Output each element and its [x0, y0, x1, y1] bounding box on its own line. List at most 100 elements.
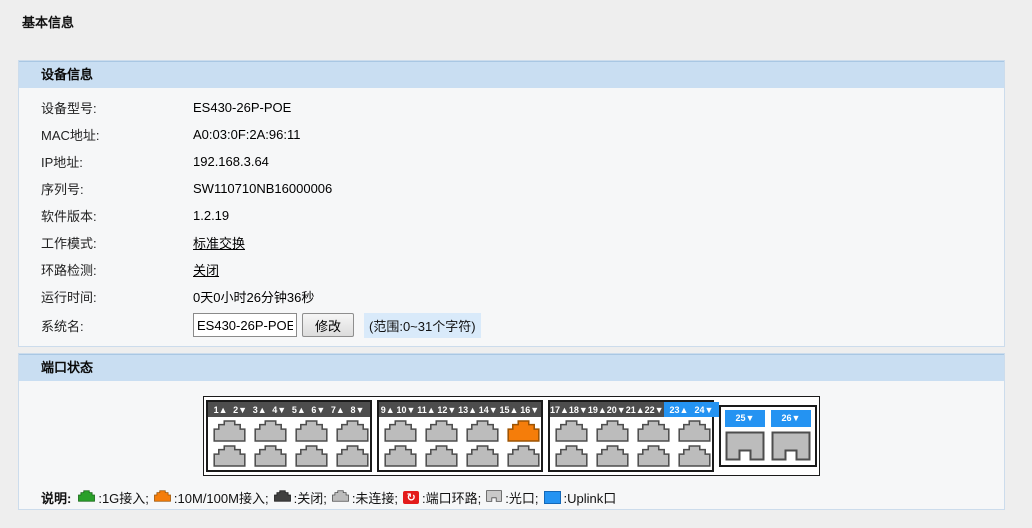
port-unconnected[interactable]	[555, 420, 588, 442]
port-number-label: 19▲	[588, 405, 607, 415]
legend-rj45-g1-icon	[78, 490, 95, 505]
legend-rj45-m100-icon	[154, 490, 171, 505]
port-number-label: 9▲	[381, 405, 395, 415]
port-unconnected[interactable]	[466, 445, 499, 467]
port-unconnected[interactable]	[254, 420, 287, 442]
port-unconnected[interactable]	[254, 445, 287, 467]
port-number-label: 21▲	[626, 405, 645, 415]
port-unconnected[interactable]	[336, 445, 369, 467]
page-title: 基本信息	[0, 0, 1032, 60]
rj45-port-icon	[678, 445, 711, 467]
port-unconnected[interactable]	[637, 420, 670, 442]
rj45-port-icon	[213, 420, 246, 442]
rj45-port-icon	[425, 420, 458, 442]
rj45-port-icon	[384, 445, 417, 467]
rj45-port-icon	[507, 445, 540, 467]
legend-item: :未连接;	[332, 488, 398, 507]
port-unconnected[interactable]	[384, 420, 417, 442]
legend-label: :10M/100M接入;	[174, 488, 269, 507]
port-unconnected[interactable]	[678, 420, 711, 442]
port-status-panel: 端口状态 1▲2▼3▲4▼5▲6▼7▲8▼ 9▲10▼11▲12▼13▲14▼1…	[18, 353, 1005, 510]
rj45-port-icon	[254, 445, 287, 467]
field-label: 设备型号:	[41, 98, 193, 117]
switch-faceplate: 1▲2▼3▲4▼5▲6▼7▲8▼ 9▲10▼11▲12▼13▲14▼15▲16▼…	[203, 396, 820, 476]
field-row-system-name: 系统名: 修改 (范围:0~31个字符)	[19, 310, 1004, 340]
rj45-port-icon	[596, 420, 629, 442]
port-number-label: 3▲	[253, 405, 267, 415]
port-block-header: 1▲2▼3▲4▼5▲6▼7▲8▼	[208, 402, 370, 417]
software-version-value: 1.2.19	[193, 208, 229, 223]
port-unconnected[interactable]	[596, 420, 629, 442]
legend-item: :10M/100M接入;	[154, 488, 269, 507]
port-number-label: 5▲	[292, 405, 306, 415]
legend-loop-icon: ↻	[403, 491, 419, 504]
port-unconnected[interactable]	[555, 445, 588, 467]
port-number-label: 2▼	[233, 405, 247, 415]
field-label: 软件版本:	[41, 206, 193, 225]
field-row-version: 软件版本: 1.2.19	[19, 202, 1004, 229]
work-mode-link[interactable]: 标准交换	[193, 233, 245, 252]
field-row-loopdetect: 环路检测: 关闭	[19, 256, 1004, 283]
port-number-label: 11▲	[417, 405, 435, 415]
port-unconnected[interactable]	[295, 420, 328, 442]
port-block-header: 9▲10▼11▲12▼13▲14▼15▲16▼	[379, 402, 541, 417]
rj45-port-icon	[507, 420, 540, 442]
port-number-label: 7▲	[331, 405, 345, 415]
loop-detect-link[interactable]: 关闭	[193, 260, 219, 279]
sfp-port-icon	[771, 431, 811, 461]
field-label: 系统名:	[41, 316, 193, 335]
port-unconnected[interactable]	[425, 420, 458, 442]
sfp-port-number-label: 26▼	[771, 410, 811, 427]
modify-button[interactable]: 修改	[302, 313, 354, 337]
port-unconnected[interactable]	[213, 445, 246, 467]
port-number-label: 14▼	[479, 405, 498, 415]
port-number-label: 13▲	[458, 405, 477, 415]
rj45-port-icon	[637, 420, 670, 442]
rj45-port-icon	[466, 445, 499, 467]
legend-item: :1G接入;	[78, 488, 149, 507]
port-number-label: 4▼	[272, 405, 286, 415]
legend-item: ↻:端口环路;	[403, 488, 481, 507]
legend-label: :Uplink口	[564, 488, 617, 507]
port-unconnected[interactable]	[213, 420, 246, 442]
field-row-serial: 序列号: SW110710NB16000006	[19, 175, 1004, 202]
serial-number-value: SW110710NB16000006	[193, 181, 332, 196]
port-m100[interactable]	[507, 420, 540, 442]
port-unconnected[interactable]	[384, 445, 417, 467]
legend-label: :光口;	[505, 488, 538, 507]
port-number-label: 17▲	[550, 405, 569, 415]
rj45-port-icon	[336, 420, 369, 442]
port-number-label: 16▼	[520, 405, 539, 415]
port-sfp-unconnected[interactable]	[771, 431, 811, 464]
port-unconnected[interactable]	[507, 445, 540, 467]
legend-item: :Uplink口	[544, 488, 617, 507]
device-model-value: ES430-26P-POE	[193, 100, 291, 115]
port-unconnected[interactable]	[295, 445, 328, 467]
rj45-port-icon	[425, 445, 458, 467]
rj45-port-icon	[295, 445, 328, 467]
sfp-port-number-label: 25▼	[725, 410, 765, 427]
device-info-body: 设备型号: ES430-26P-POE MAC地址: A0:03:0F:2A:9…	[19, 88, 1004, 346]
port-number-label: 6▼	[311, 405, 325, 415]
port-unconnected[interactable]	[678, 445, 711, 467]
device-info-panel: 设备信息 设备型号: ES430-26P-POE MAC地址: A0:03:0F…	[18, 60, 1005, 347]
port-number-label: 20▼	[607, 405, 626, 415]
field-label: IP地址:	[41, 152, 193, 171]
uplink-port-number-label: 24▼	[694, 405, 713, 415]
legend-label: :1G接入;	[98, 488, 149, 507]
system-name-input[interactable]	[193, 313, 297, 337]
port-number-label: 8▼	[350, 405, 364, 415]
rj45-port-icon	[332, 490, 349, 502]
port-block-1: 1▲2▼3▲4▼5▲6▼7▲8▼	[206, 400, 372, 472]
field-label: 环路检测:	[41, 260, 193, 279]
port-sfp-unconnected[interactable]	[725, 431, 765, 464]
port-unconnected[interactable]	[637, 445, 670, 467]
port-unconnected[interactable]	[425, 445, 458, 467]
rj45-port-icon	[466, 420, 499, 442]
rj45-port-icon	[213, 445, 246, 467]
rj45-port-icon	[555, 420, 588, 442]
port-unconnected[interactable]	[466, 420, 499, 442]
port-unconnected[interactable]	[336, 420, 369, 442]
field-row-mac: MAC地址: A0:03:0F:2A:96:11	[19, 121, 1004, 148]
port-unconnected[interactable]	[596, 445, 629, 467]
